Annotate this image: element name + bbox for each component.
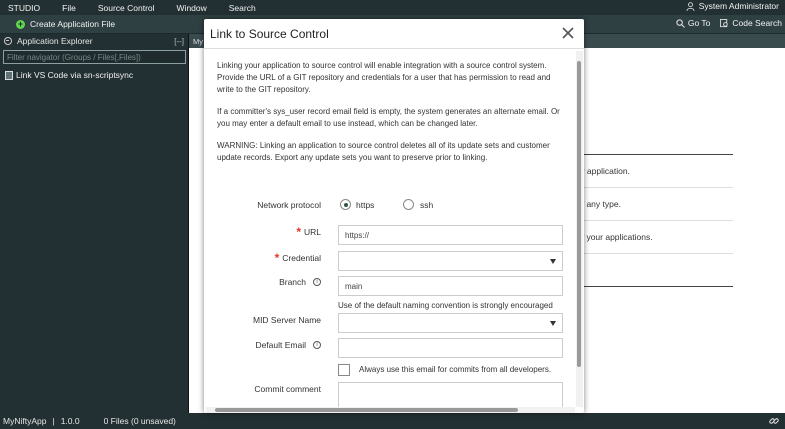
- collapse-all-button[interactable]: [--]: [174, 37, 184, 46]
- explorer-title: Application Explorer: [17, 36, 93, 46]
- code-search-icon: [720, 18, 729, 27]
- email-paragraph: If a committer's sys_user record email f…: [217, 107, 560, 128]
- https-label: https: [356, 200, 375, 210]
- credential-label: * Credential: [274, 251, 321, 265]
- always-email-label: Always use this email for commits from a…: [359, 365, 552, 374]
- close-icon[interactable]: [561, 26, 575, 40]
- branch-input[interactable]: [338, 276, 563, 296]
- bg-text-3: of your applications.: [577, 232, 653, 242]
- goto-label: Go To: [687, 18, 711, 28]
- status-separator: |: [52, 416, 55, 426]
- credential-select[interactable]: [338, 251, 563, 271]
- branch-hint: Use of the default naming convention is …: [338, 301, 553, 310]
- tab-my[interactable]: My: [193, 37, 203, 46]
- vertical-scrollbar[interactable]: [576, 51, 583, 407]
- default-email-label: Default Email i: [255, 340, 321, 350]
- code-search-button[interactable]: Code Search: [720, 18, 782, 28]
- dropdown-arrow-icon: [550, 321, 556, 326]
- info-icon[interactable]: i: [313, 278, 321, 286]
- ssh-label: ssh: [420, 200, 434, 210]
- scroll-thumb[interactable]: [577, 61, 581, 367]
- explorer-item-label: Link VS Code via sn-scriptsync: [16, 70, 134, 80]
- ssh-radio[interactable]: [403, 199, 414, 210]
- bg-text-1: ur application.: [577, 166, 630, 176]
- horizontal-scrollbar[interactable]: [206, 407, 575, 413]
- create-application-file-button[interactable]: + Create Application File: [16, 19, 115, 29]
- application-explorer: Application Explorer [--] Link VS Code v…: [0, 34, 189, 413]
- branch-label: Branch i: [279, 277, 321, 287]
- file-icon: [5, 70, 13, 80]
- code-search-label: Code Search: [732, 18, 782, 28]
- protocol-label: Network protocol: [257, 200, 321, 210]
- status-app-name[interactable]: MyNiftyApp: [3, 416, 46, 426]
- info-icon[interactable]: i: [313, 341, 321, 349]
- commit-comment-label: Commit comment: [254, 384, 321, 394]
- plus-icon: +: [16, 18, 25, 29]
- intro-paragraph: Linking your application to source contr…: [217, 61, 551, 94]
- required-icon: *: [274, 251, 280, 265]
- menu-source-control[interactable]: Source Control: [84, 3, 163, 13]
- bg-divider: [582, 154, 733, 155]
- menu-studio[interactable]: STUDIO: [0, 3, 48, 13]
- mid-server-label: MID Server Name: [252, 315, 321, 325]
- dialog-body: Linking your application to source contr…: [204, 50, 576, 407]
- dropdown-arrow-icon: [550, 259, 556, 264]
- warning-paragraph: WARNING: Linking an application to sourc…: [217, 141, 550, 162]
- goto-button[interactable]: Go To: [676, 18, 711, 28]
- menu-bar: STUDIO File Source Control Window Search…: [0, 0, 785, 15]
- link-source-control-dialog: Link to Source Control Linking your appl…: [204, 19, 584, 413]
- bg-divider: [582, 286, 733, 287]
- status-files: 0 Files (0 unsaved): [103, 416, 176, 426]
- dialog-title: Link to Source Control: [210, 26, 329, 41]
- bg-divider: [582, 253, 733, 254]
- always-email-checkbox[interactable]: [338, 364, 350, 376]
- menu-search[interactable]: Search: [215, 3, 264, 13]
- search-icon: [676, 18, 685, 28]
- user-icon: [686, 1, 695, 11]
- create-label: Create Application File: [30, 19, 116, 29]
- commit-comment-textarea[interactable]: [338, 382, 563, 407]
- navigator-filter-input[interactable]: [3, 50, 186, 64]
- https-radio[interactable]: [340, 199, 351, 210]
- bg-divider: [582, 187, 733, 188]
- explorer-item[interactable]: Link VS Code via sn-scriptsync: [0, 66, 188, 84]
- dialog-header: Link to Source Control: [204, 19, 584, 49]
- url-input[interactable]: [338, 225, 563, 245]
- default-email-input[interactable]: [338, 338, 563, 358]
- url-label: * URL: [296, 225, 321, 239]
- menu-window[interactable]: Window: [163, 3, 215, 13]
- collapse-circle-icon[interactable]: [4, 37, 12, 45]
- status-version: 1.0.0: [60, 416, 80, 426]
- scroll-thumb[interactable]: [215, 408, 518, 412]
- explorer-header: Application Explorer [--]: [0, 34, 188, 48]
- mid-server-select[interactable]: [338, 313, 563, 333]
- status-bar: MyNiftyApp | 1.0.0 0 Files (0 unsaved): [0, 413, 785, 429]
- link-icon[interactable]: [769, 416, 779, 426]
- required-icon: *: [296, 225, 301, 239]
- bg-divider: [582, 220, 733, 221]
- menu-file[interactable]: File: [48, 3, 84, 13]
- user-name: System Administrator: [698, 1, 779, 11]
- user-menu[interactable]: System Administrator: [686, 1, 779, 11]
